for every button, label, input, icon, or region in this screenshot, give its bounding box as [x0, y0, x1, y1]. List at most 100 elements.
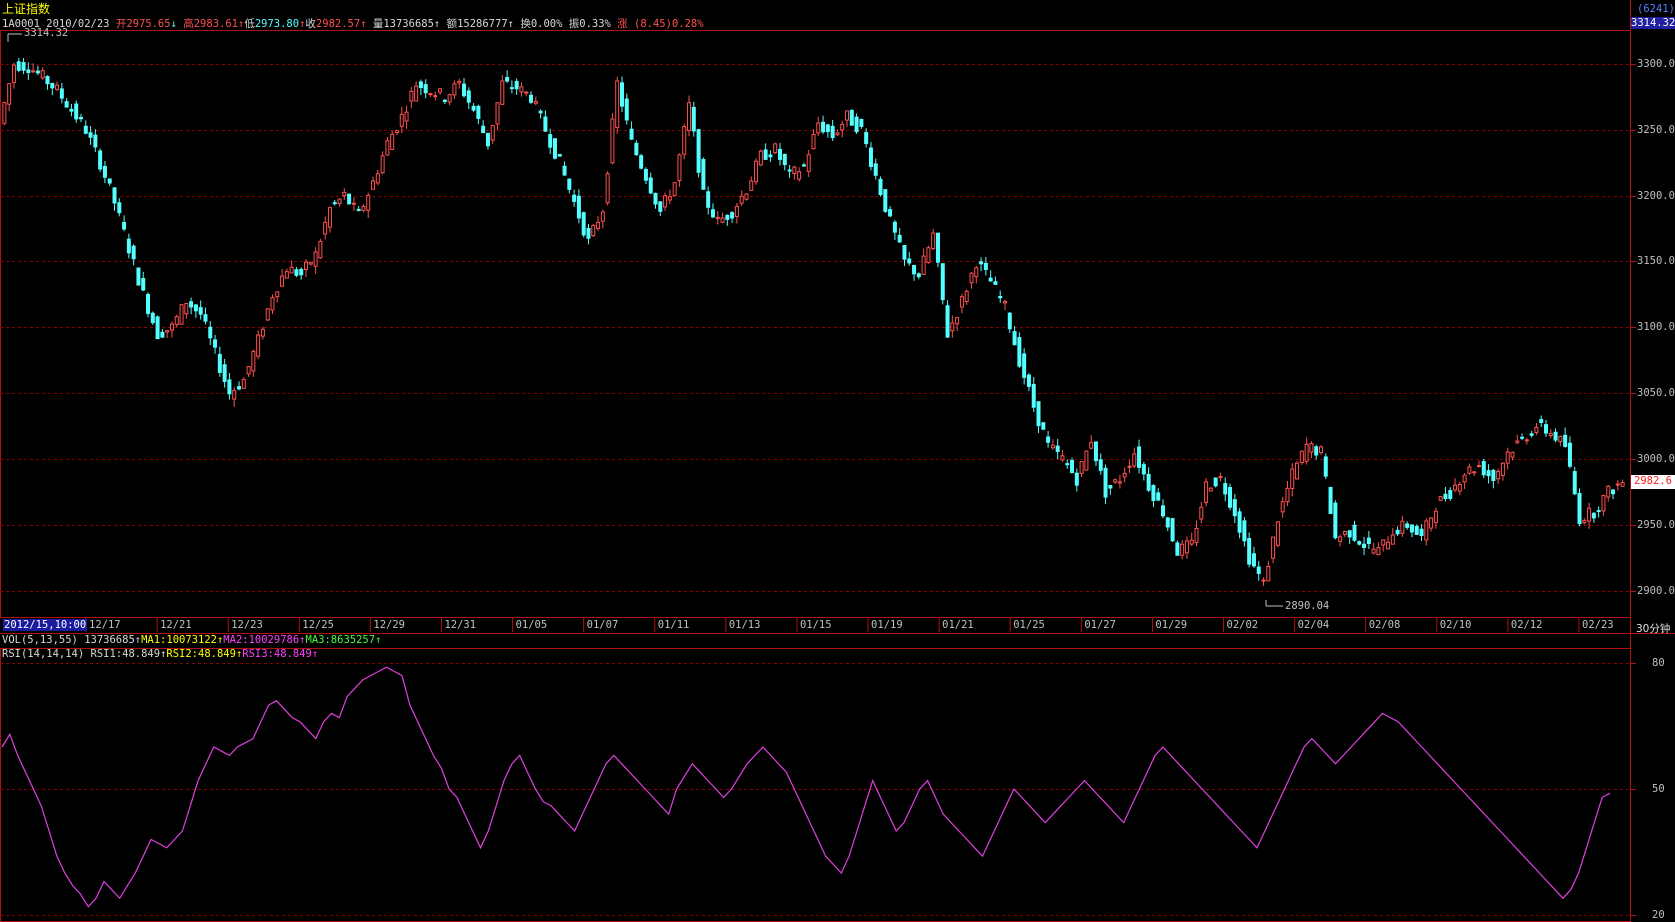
candle-body-down — [423, 84, 428, 94]
rsi-indicator-line: RSI(14,14,14) RSI1:48.849↑RSI2:48.849↑RS… — [2, 648, 318, 660]
candle-body-down — [1323, 456, 1328, 477]
candle-body-up — [959, 296, 964, 308]
candle-body-down — [581, 212, 586, 236]
candle-body-down — [189, 301, 194, 308]
candle-body-up — [390, 133, 395, 151]
candle-body-up — [974, 267, 979, 278]
date-axis-label: 02/12 — [1510, 619, 1543, 631]
date-axis-label: 01/05 — [515, 619, 548, 631]
candle-body-down — [208, 326, 213, 339]
vol-name[interactable]: VOL(5,13,55) — [2, 634, 78, 646]
candle-body-down — [227, 379, 232, 395]
candle-body-up — [758, 150, 763, 166]
candle-body-down — [1314, 446, 1319, 456]
candle-body-down — [347, 193, 352, 205]
candle-body-up — [275, 291, 280, 298]
candle-body-up — [672, 182, 677, 196]
candle-body-down — [294, 269, 299, 276]
candle-body-down — [643, 169, 648, 181]
candle-body-up — [447, 94, 452, 103]
candle-body-up — [816, 122, 821, 134]
candle-body-down — [873, 163, 878, 176]
candle-body-up — [519, 86, 524, 93]
candle-body-down — [979, 261, 984, 265]
candle-body-up — [1510, 451, 1515, 458]
candle-body-down — [859, 118, 864, 127]
candle-body-up — [165, 330, 170, 333]
candle-body-down — [141, 278, 146, 291]
candle-body-up — [835, 132, 840, 136]
candle-body-up — [1467, 466, 1472, 474]
candle-body-down — [112, 187, 117, 204]
candle-body-up — [394, 130, 399, 134]
candle-body-up — [251, 351, 256, 372]
candle-body-down — [629, 128, 634, 140]
candle-body-up — [931, 232, 936, 250]
min-price-annotation: 2890.04 — [1285, 600, 1330, 612]
candle-body-up — [280, 275, 285, 287]
rsi-axis-label: 20 — [1652, 908, 1665, 921]
candle-body-down — [1055, 445, 1060, 452]
candle-body-down — [1012, 331, 1017, 346]
candle-body-down — [50, 82, 55, 89]
candle-body-down — [332, 202, 337, 205]
candle-body-up — [1558, 435, 1563, 443]
security-title: 上证指数 — [2, 2, 51, 16]
candle-body-up — [1500, 462, 1505, 476]
candle-body-up — [409, 90, 414, 102]
candle-body-down — [117, 202, 122, 214]
date-axis-label: 01/27 — [1084, 619, 1116, 631]
candle-body-down — [35, 70, 40, 74]
candle-body-down — [552, 138, 557, 159]
turnover-value: 0.00% — [530, 18, 563, 30]
date-axis-label: 01/21 — [942, 619, 974, 631]
candle-body-up — [1534, 426, 1539, 434]
price-axis-label: 2950.0 — [1637, 518, 1675, 531]
candle-body-up — [1127, 465, 1132, 468]
candle-body-up — [1295, 462, 1300, 480]
candle-body-up — [55, 84, 60, 90]
candle-body-up — [1084, 450, 1089, 471]
candle-body-down — [481, 125, 486, 134]
candle-body-down — [639, 155, 644, 169]
candle-body-up — [1342, 530, 1347, 535]
candle-body-down — [1481, 461, 1486, 476]
candle-body-up — [371, 180, 376, 190]
candle-body-down — [1611, 489, 1616, 495]
date-axis-label: 12/23 — [231, 619, 263, 631]
date-axis-label: 01/15 — [799, 619, 832, 631]
candle-body-down — [418, 81, 423, 89]
candle-body-up — [969, 272, 974, 284]
candle-body-down — [1160, 505, 1165, 517]
candle-body-up — [1275, 521, 1280, 546]
candle-body-down — [59, 88, 64, 99]
candle-body-down — [1362, 543, 1367, 548]
candle-body-down — [1165, 517, 1170, 528]
date-axis-label: 02/10 — [1439, 619, 1472, 631]
candle-body-up — [289, 266, 294, 274]
candle-body-up — [284, 271, 289, 279]
candle-body-down — [83, 125, 88, 134]
price-axis-label: 3300.0 — [1637, 57, 1675, 70]
candle-body-down — [1175, 542, 1180, 556]
candle-body-up — [1601, 495, 1606, 512]
rsi1-label: RSI1: — [90, 648, 123, 660]
candle-body-down — [907, 258, 912, 264]
current-price-marker: 2982.6 — [1634, 475, 1672, 487]
rsi-name[interactable]: RSI(14,14,14) — [2, 648, 84, 660]
period-label[interactable]: 30分钟 — [1636, 621, 1670, 636]
candle-body-up — [667, 196, 672, 201]
rsi-axis-label: 50 — [1652, 782, 1665, 795]
candle-body-up — [1515, 440, 1520, 444]
high-value: 2983.61 — [193, 18, 238, 30]
candle-body-down — [1553, 431, 1558, 441]
candle-body-down — [1520, 436, 1525, 439]
candle-body-up — [351, 202, 356, 205]
candle-body-down — [916, 273, 921, 278]
candle-body-down — [1151, 485, 1156, 502]
candle-body-down — [1491, 469, 1496, 482]
candle-body-down — [1223, 483, 1228, 495]
candle-body-down — [1247, 538, 1252, 565]
candle-body-down — [983, 262, 988, 270]
date-axis-label: 02/04 — [1297, 619, 1330, 631]
